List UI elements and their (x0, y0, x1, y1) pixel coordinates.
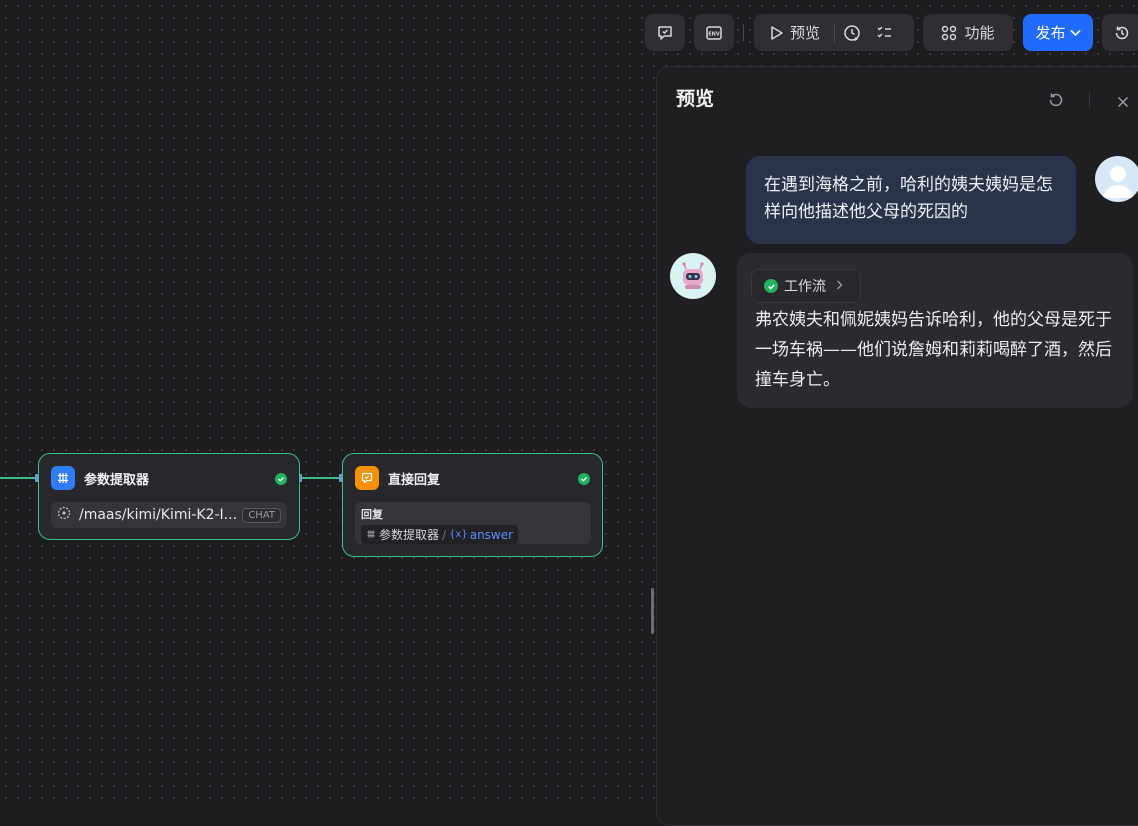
close-icon[interactable] (1117, 93, 1129, 112)
edge-extractor-to-reply (300, 477, 342, 479)
env-button[interactable]: ENV (694, 14, 734, 51)
variable-reference-chip[interactable]: 参数提取器 / {x} answer (361, 525, 519, 544)
restart-icon[interactable] (1047, 91, 1065, 113)
checklist-button[interactable] (645, 14, 685, 51)
node-header: 参数提取器 (51, 466, 149, 490)
variable-name: answer (469, 527, 514, 542)
preview-group-divider (834, 23, 836, 42)
svg-text:ENV: ENV (708, 31, 720, 37)
success-check-icon (275, 473, 287, 485)
workflow-status[interactable]: 工作流 (751, 269, 861, 303)
panel-title: 预览 (676, 88, 715, 110)
publish-label: 发布 (1035, 24, 1066, 42)
features-icon (941, 25, 957, 41)
variable-separator: / (442, 527, 447, 542)
bot-message-text: 弗农姨夫和佩妮姨妈告诉哈利，他的父母是死于一场车祸——他们说詹姆和莉莉喝醉了酒，… (755, 310, 1112, 390)
variable-source: 参数提取器 (379, 528, 440, 542)
panel-resize-handle[interactable] (651, 588, 654, 634)
toolbar-divider (743, 24, 744, 41)
message-check-icon (656, 24, 674, 42)
success-check-icon (764, 279, 778, 293)
preview-group: 预览 (754, 14, 914, 51)
node-title: 直接回复 (388, 472, 441, 488)
user-avatar (1095, 156, 1138, 202)
env-icon: ENV (705, 24, 723, 42)
version-history-button[interactable] (1102, 14, 1138, 51)
node-header: 直接回复 (355, 466, 440, 490)
variable-icon: {x} (449, 529, 468, 540)
run-history-icon[interactable] (843, 24, 861, 42)
extractor-icon (51, 466, 75, 490)
extractor-icon (366, 528, 376, 542)
reply-content: 回复 参数提取器 / {x} answer (355, 502, 591, 544)
history-icon (1113, 24, 1131, 42)
bot-message: 工作流 弗农姨夫和佩妮姨妈告诉哈利，他的父母是死于一场车祸——他们说詹姆和莉莉喝… (737, 253, 1133, 408)
node-direct-reply[interactable]: 直接回复 回复 参数提取器 / {x} answer (342, 453, 603, 557)
workflow-label: 工作流 (784, 279, 826, 295)
checklist-icon[interactable] (876, 25, 892, 41)
user-message: 在遇到海格之前，哈利的姨夫姨妈是怎样向他描述他父母的死因的 (746, 156, 1076, 244)
node-title: 参数提取器 (84, 472, 150, 488)
model-provider-icon (57, 506, 71, 524)
edge-incoming (0, 477, 37, 479)
model-mode-badge: CHAT (242, 507, 281, 523)
chevron-right-icon (836, 278, 843, 294)
chevron-down-icon (1069, 29, 1081, 37)
success-check-icon (578, 473, 590, 485)
play-icon (770, 25, 784, 41)
model-selector[interactable]: /maas/kimi/Kimi-K2-I... CHAT (51, 502, 287, 528)
reply-icon (355, 466, 379, 490)
bot-avatar (670, 253, 716, 299)
publish-button[interactable]: 发布 (1023, 14, 1093, 51)
features-button[interactable]: 功能 (923, 14, 1013, 51)
node-parameter-extractor[interactable]: 参数提取器 /maas/kimi/Kimi-K2-I... CHAT (38, 453, 300, 540)
preview-button[interactable]: 预览 (790, 22, 820, 43)
reply-label: 回复 (361, 508, 383, 521)
panel-header-divider (1089, 92, 1090, 108)
model-name: /maas/kimi/Kimi-K2-I... (79, 507, 238, 523)
features-label: 功能 (964, 24, 995, 42)
